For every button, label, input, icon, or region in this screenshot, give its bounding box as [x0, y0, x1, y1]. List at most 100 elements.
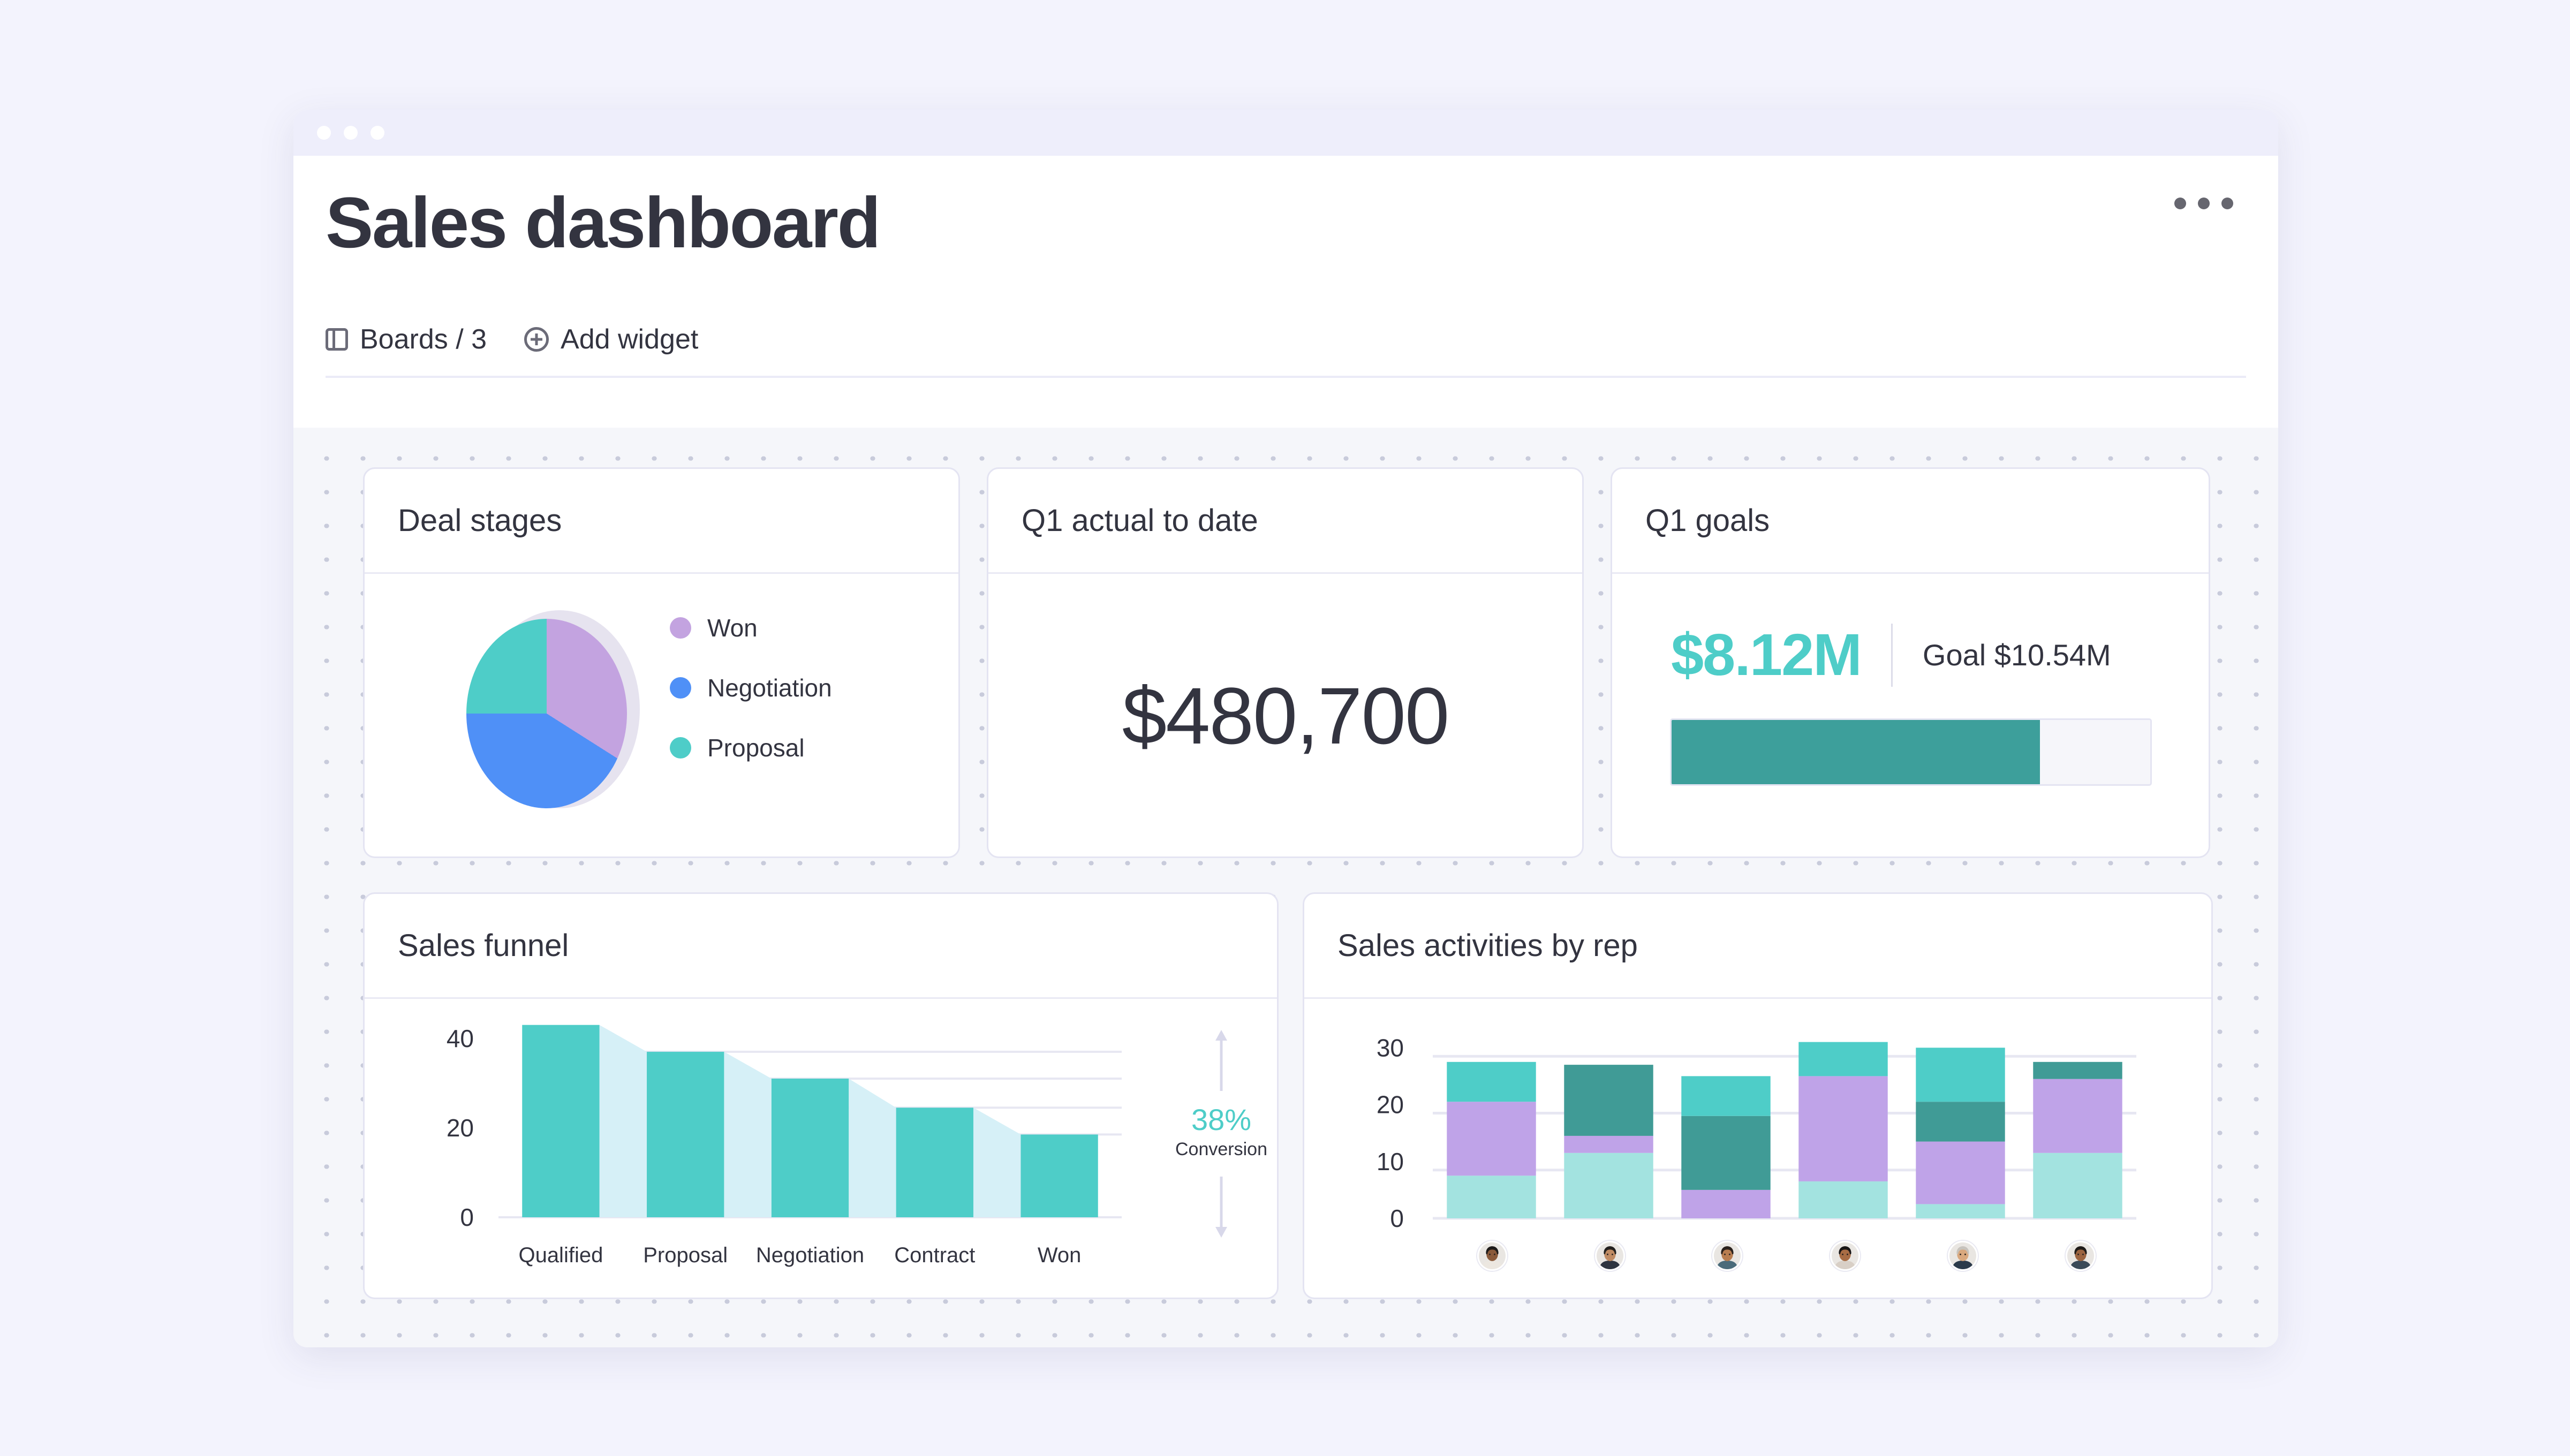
- funnel-connector: [600, 1025, 647, 1217]
- widget-header: Sales activities by rep: [1304, 894, 2211, 999]
- divider: [1891, 624, 1893, 687]
- stacked-bar-segment[interactable]: [2033, 1079, 2122, 1153]
- avatar[interactable]: [1595, 1241, 1625, 1271]
- legend-item-negotiation[interactable]: Negotiation: [670, 673, 832, 702]
- app-window: Sales dashboard Boards / 3 Add widget De…: [293, 110, 2278, 1347]
- stacked-bar-segment[interactable]: [1447, 1062, 1536, 1102]
- funnel-connector: [724, 1052, 771, 1217]
- close-dot[interactable]: [317, 126, 331, 140]
- stacked-bar-segment[interactable]: [1681, 1190, 1770, 1218]
- progress-bar-track: [1670, 718, 2152, 786]
- widget-title-sales-funnel: Sales funnel: [398, 928, 569, 964]
- funnel-y-tick-label: 20: [447, 1114, 474, 1142]
- stacked-bar-segment[interactable]: [1564, 1065, 1653, 1136]
- kebab-dot: [2221, 198, 2233, 209]
- funnel-x-tick-label: Qualified: [518, 1243, 603, 1267]
- goals-summary-row: $8.12M Goal $10.54M: [1671, 621, 2111, 689]
- widget-header: Deal stages: [365, 469, 958, 574]
- stacked-bar-segment[interactable]: [1564, 1136, 1653, 1153]
- widget-q1-actual-to-date[interactable]: Q1 actual to date $480,700: [987, 467, 1584, 858]
- more-options-button[interactable]: [2174, 198, 2233, 209]
- legend-label-negotiation: Negotiation: [707, 673, 832, 702]
- window-titlebar: [293, 110, 2278, 156]
- stacked-bar-segment[interactable]: [1798, 1181, 1887, 1218]
- stack-y-tick-label: 10: [1377, 1148, 1404, 1176]
- stack-y-tick-label: 30: [1377, 1034, 1404, 1061]
- avatar[interactable]: [2066, 1241, 2096, 1271]
- widget-body: $8.12M Goal $10.54M: [1612, 574, 2209, 856]
- widget-deal-stages[interactable]: Deal stages Won Negotiation: [363, 467, 960, 858]
- stacked-bar-segment[interactable]: [1916, 1142, 2005, 1204]
- funnel-bar[interactable]: [522, 1025, 599, 1217]
- subnav-item-boards[interactable]: Boards / 3: [326, 323, 487, 355]
- stacked-bar-segment[interactable]: [1681, 1076, 1770, 1116]
- stacked-bar-segment[interactable]: [1798, 1042, 1887, 1076]
- widget-title-q1-actual: Q1 actual to date: [1022, 503, 1258, 539]
- plus-circle-icon: [524, 327, 549, 352]
- stacked-bar-segment[interactable]: [2033, 1062, 2122, 1079]
- arrow-down-icon: [1213, 1174, 1229, 1239]
- subnav: Boards / 3 Add widget: [326, 323, 2246, 378]
- legend-item-won[interactable]: Won: [670, 613, 832, 642]
- widget-body: $480,700: [988, 574, 1582, 856]
- legend-label-proposal: Proposal: [707, 733, 805, 762]
- funnel-x-tick-label: Won: [1038, 1243, 1082, 1267]
- avatar[interactable]: [1948, 1241, 1978, 1271]
- stacked-bar-segment[interactable]: [1447, 1102, 1536, 1176]
- minimize-dot[interactable]: [344, 126, 358, 140]
- funnel-x-tick-label: Proposal: [643, 1243, 728, 1267]
- funnel-bar[interactable]: [896, 1108, 973, 1217]
- funnel-bar[interactable]: [647, 1052, 724, 1217]
- goal-target-label: Goal $10.54M: [1923, 638, 2111, 672]
- funnel-connector: [973, 1108, 1021, 1217]
- pie-chart[interactable]: [466, 610, 627, 808]
- page-title: Sales dashboard: [326, 184, 2246, 262]
- widget-body: Qualified Proposal Negotiation Contract Won 0…: [365, 999, 1277, 1298]
- widget-header: Q1 goals: [1612, 469, 2209, 574]
- widget-title-deal-stages: Deal stages: [398, 503, 562, 539]
- arrow-up-icon: [1213, 1029, 1229, 1093]
- funnel-chart[interactable]: Qualified Proposal Negotiation Contract Won 0…: [365, 999, 1277, 1299]
- stacked-bar-segment[interactable]: [1916, 1048, 2005, 1102]
- stack-y-tick-label: 0: [1390, 1204, 1404, 1232]
- maximize-dot[interactable]: [371, 126, 384, 140]
- stacked-bar-segment[interactable]: [1916, 1102, 2005, 1141]
- widget-body: Won Negotiation Proposal: [365, 574, 958, 856]
- funnel-x-tick-label: Contract: [894, 1243, 975, 1267]
- widget-sales-funnel[interactable]: Sales funnel Qualified Proposal Negotiatio…: [363, 892, 1279, 1299]
- avatar[interactable]: [1712, 1241, 1742, 1271]
- legend-label-won: Won: [707, 613, 758, 642]
- funnel-connector: [849, 1079, 896, 1217]
- pie-legend: Won Negotiation Proposal: [670, 613, 832, 762]
- pie-slices: [466, 619, 627, 808]
- conversion-annotation: 38% Conversion: [1157, 1038, 1279, 1226]
- stacked-bar-segment[interactable]: [1916, 1204, 2005, 1218]
- legend-item-proposal[interactable]: Proposal: [670, 733, 832, 762]
- page-header: Sales dashboard Boards / 3 Add widget: [293, 156, 2278, 428]
- avatar[interactable]: [1477, 1241, 1507, 1271]
- stacked-bar-segment[interactable]: [1798, 1076, 1887, 1181]
- stacked-bar-segment[interactable]: [1681, 1116, 1770, 1190]
- stacked-bar-segment[interactable]: [1564, 1153, 1653, 1218]
- subnav-label-boards: Boards / 3: [360, 323, 487, 355]
- legend-swatch-won: [670, 617, 691, 639]
- metric-value-q1-actual: $480,700: [988, 574, 1582, 858]
- funnel-bar[interactable]: [772, 1079, 849, 1217]
- kebab-dot: [2198, 198, 2210, 209]
- avatar[interactable]: [1830, 1241, 1860, 1271]
- boards-icon: [326, 328, 348, 351]
- funnel-bar[interactable]: [1021, 1134, 1098, 1217]
- stacked-bar-segment[interactable]: [1447, 1176, 1536, 1218]
- subnav-label-add-widget: Add widget: [561, 323, 698, 355]
- progress-bar-fill: [1672, 720, 2040, 784]
- widget-sales-activities-by-rep[interactable]: Sales activities by rep 0 10 20 30: [1303, 892, 2213, 1299]
- widget-q1-goals[interactable]: Q1 goals $8.12M Goal $10.54M: [1611, 467, 2210, 858]
- conversion-percent: 38%: [1191, 1104, 1251, 1136]
- stack-y-tick-label: 20: [1377, 1091, 1404, 1119]
- funnel-x-tick-label: Negotiation: [756, 1243, 864, 1267]
- widget-title-q1-goals: Q1 goals: [1645, 503, 1770, 539]
- subnav-item-add-widget[interactable]: Add widget: [524, 323, 698, 355]
- funnel-y-tick-label: 0: [460, 1203, 474, 1231]
- stacked-bar-segment[interactable]: [2033, 1153, 2122, 1218]
- metric-value-q1-goals: $8.12M: [1671, 621, 1861, 689]
